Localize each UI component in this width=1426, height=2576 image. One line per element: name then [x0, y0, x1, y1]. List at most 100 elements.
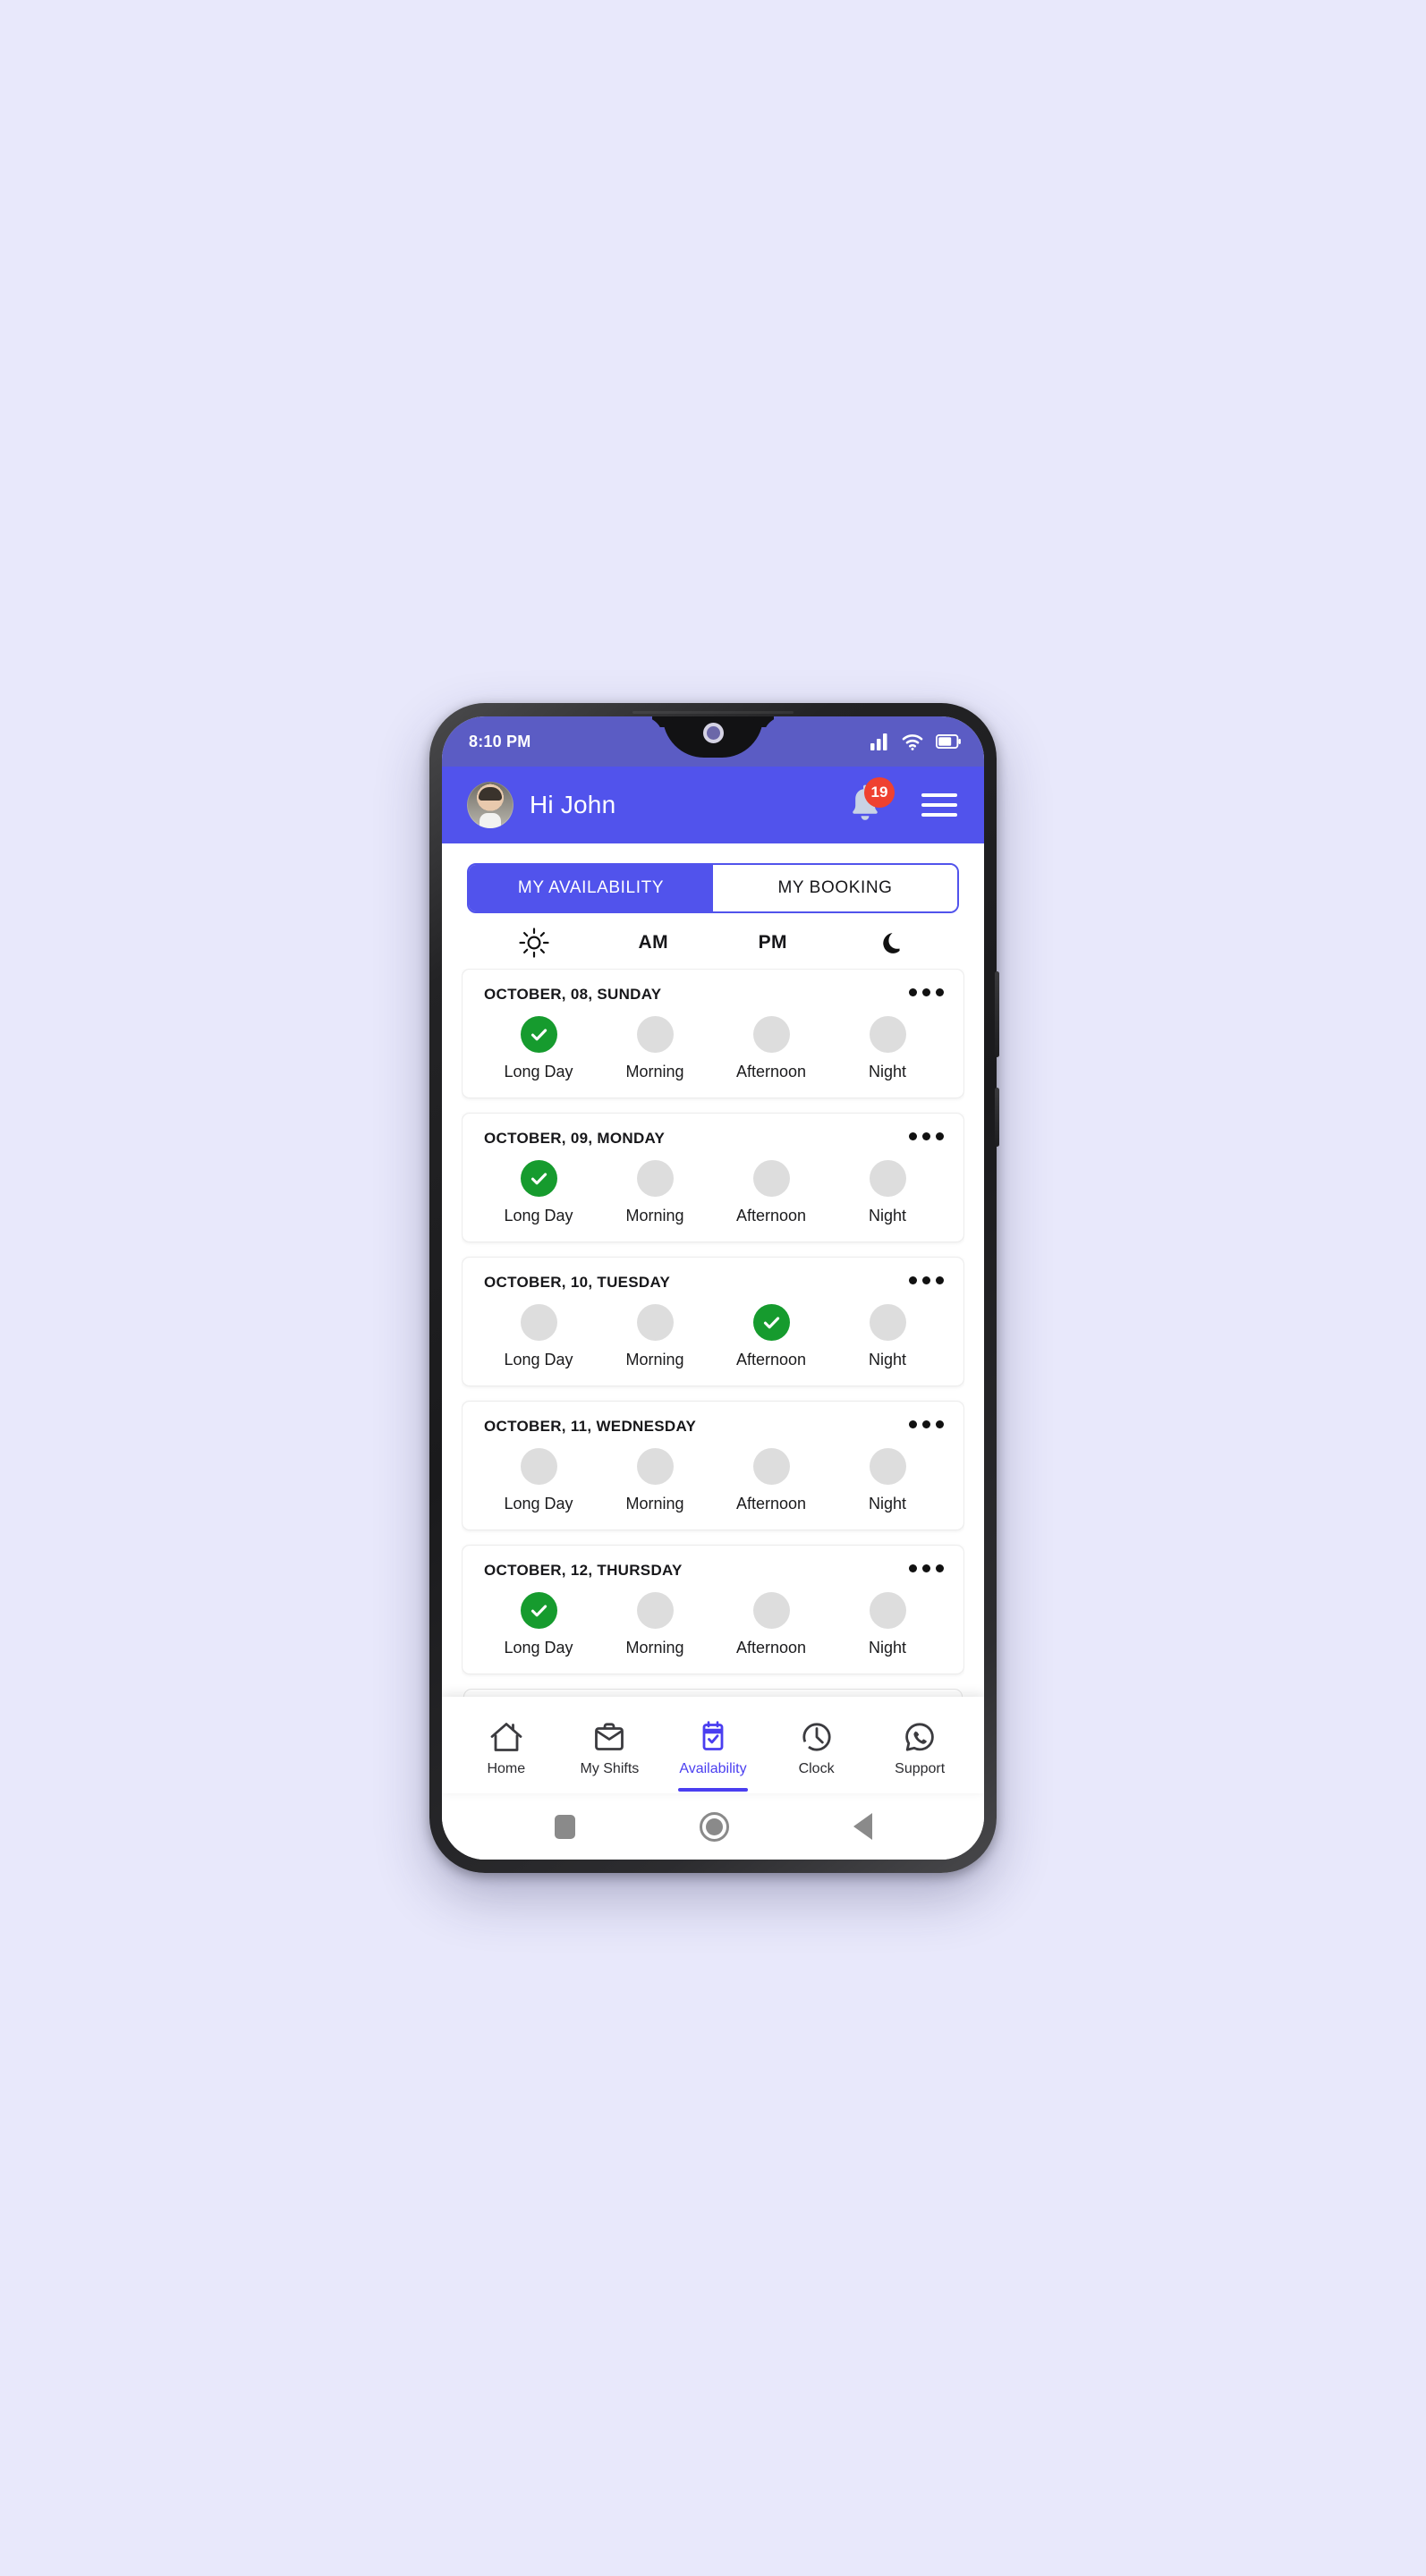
- day-card-date: OCTOBER, 11, WEDNESDAY: [484, 1418, 697, 1435]
- shift-slot-night[interactable]: Night: [829, 1016, 946, 1081]
- shift-slot-label: Night: [868, 1351, 907, 1368]
- shift-slot-label: Morning: [625, 1207, 684, 1224]
- shift-toggle[interactable]: [520, 1016, 557, 1053]
- shift-toggle[interactable]: [520, 1448, 557, 1485]
- shift-slot-night[interactable]: Night: [829, 1592, 946, 1657]
- shift-slot-night[interactable]: Night: [829, 1304, 946, 1369]
- shift-slot-morning[interactable]: Morning: [597, 1160, 713, 1225]
- shift-slot-morning[interactable]: Morning: [597, 1448, 713, 1513]
- nav-item-home[interactable]: Home: [454, 1702, 558, 1793]
- bottom-navigation: Home My Shifts Availability Clock Suppor…: [442, 1697, 984, 1793]
- home-circle-icon[interactable]: [699, 1811, 729, 1842]
- day-card-date: OCTOBER, 12, THURSDAY: [484, 1562, 683, 1579]
- volume-button[interactable]: [995, 971, 999, 1057]
- shift-toggle[interactable]: [752, 1160, 790, 1197]
- back-triangle-icon[interactable]: [853, 1813, 872, 1840]
- notification-badge: 19: [864, 777, 895, 808]
- shift-slot-morning[interactable]: Morning: [597, 1016, 713, 1081]
- shift-slot-long-day[interactable]: Long Day: [480, 1160, 597, 1225]
- shift-slot-afternoon[interactable]: Afternoon: [713, 1592, 829, 1657]
- avatar[interactable]: [467, 782, 514, 828]
- shift-slot-night[interactable]: Night: [829, 1448, 946, 1513]
- shift-slot-long-day[interactable]: Long Day: [480, 1016, 597, 1081]
- shift-toggle[interactable]: [752, 1304, 790, 1341]
- next-day-card-partial[interactable]: [463, 1689, 963, 1697]
- day-card-date: OCTOBER, 10, TUESDAY: [484, 1274, 671, 1291]
- nav-item-availability[interactable]: Availability: [661, 1702, 765, 1793]
- shift-toggle[interactable]: [520, 1160, 557, 1197]
- nav-item-support[interactable]: Support: [868, 1702, 972, 1793]
- availability-day-list[interactable]: OCTOBER, 08, SUNDAY Long Day Morning Aft…: [462, 969, 964, 1697]
- power-button[interactable]: [995, 1088, 999, 1147]
- day-card[interactable]: OCTOBER, 09, MONDAY Long Day Morning Aft…: [462, 1113, 964, 1242]
- whatsapp-phone-icon: [905, 1722, 934, 1751]
- check-icon: [763, 1317, 779, 1329]
- more-options-icon[interactable]: [909, 1128, 946, 1140]
- hamburger-menu-icon[interactable]: [921, 793, 957, 817]
- day-card[interactable]: OCTOBER, 10, TUESDAY Long Day Morning Af…: [462, 1257, 964, 1386]
- shift-slot-long-day[interactable]: Long Day: [480, 1592, 597, 1657]
- shift-toggle[interactable]: [636, 1016, 674, 1053]
- shift-slot-row: Long Day Morning Afternoon Night: [480, 1592, 946, 1657]
- shift-slot-label: Long Day: [504, 1063, 573, 1080]
- shift-slot-afternoon[interactable]: Afternoon: [713, 1016, 829, 1081]
- hamburger-line: [921, 813, 957, 817]
- shift-toggle[interactable]: [520, 1592, 557, 1629]
- nav-item-my-shifts[interactable]: My Shifts: [558, 1702, 662, 1793]
- tab-my-booking[interactable]: MY BOOKING: [713, 865, 957, 911]
- shift-slot-label: Afternoon: [735, 1639, 807, 1657]
- nav-label: My Shifts: [580, 1760, 640, 1776]
- shift-slot-morning[interactable]: Morning: [597, 1304, 713, 1369]
- shift-toggle[interactable]: [636, 1304, 674, 1341]
- shift-slot-label: Afternoon: [735, 1063, 807, 1080]
- main-content: MY AVAILABILITY MY BOOKING AM PM OCTOBER…: [442, 843, 984, 1697]
- more-options-icon[interactable]: [909, 984, 946, 996]
- shift-header-long-day: [474, 928, 594, 958]
- recents-square-icon[interactable]: [554, 1814, 575, 1839]
- shift-toggle[interactable]: [869, 1304, 906, 1341]
- wifi-icon: [902, 733, 923, 750]
- shift-slot-afternoon[interactable]: Afternoon: [713, 1448, 829, 1513]
- status-bar-icons: [870, 733, 961, 750]
- shift-slot-morning[interactable]: Morning: [597, 1592, 713, 1657]
- nav-item-clock[interactable]: Clock: [765, 1702, 869, 1793]
- shift-slot-row: Long Day Morning Afternoon Night: [480, 1160, 946, 1225]
- status-bar-time: 8:10 PM: [469, 732, 531, 750]
- shift-toggle[interactable]: [636, 1160, 674, 1197]
- day-card[interactable]: OCTOBER, 08, SUNDAY Long Day Morning Aft…: [462, 969, 964, 1098]
- more-options-icon[interactable]: [909, 1560, 946, 1572]
- shift-toggle[interactable]: [869, 1160, 906, 1197]
- shift-toggle[interactable]: [636, 1448, 674, 1485]
- signal-icon: [870, 733, 887, 750]
- more-options-icon[interactable]: [909, 1416, 946, 1428]
- screenshot-stage: 8:10 PM Hi John 19 MY AVAILABILITY MY BO…: [0, 0, 1426, 2576]
- day-card-header: OCTOBER, 09, MONDAY: [480, 1128, 946, 1148]
- tab-my-availability[interactable]: MY AVAILABILITY: [469, 865, 713, 911]
- shift-slot-afternoon[interactable]: Afternoon: [713, 1304, 829, 1369]
- app-header: Hi John 19: [442, 767, 984, 843]
- shift-toggle[interactable]: [869, 1448, 906, 1485]
- shift-slot-label: Night: [868, 1495, 907, 1513]
- shift-toggle[interactable]: [869, 1016, 906, 1053]
- day-card[interactable]: OCTOBER, 11, WEDNESDAY Long Day Morning: [462, 1401, 964, 1530]
- shift-slot-row: Long Day Morning Afternoon Night: [480, 1304, 946, 1369]
- shift-toggle[interactable]: [752, 1016, 790, 1053]
- camera-notch: [663, 716, 763, 758]
- shift-toggle[interactable]: [752, 1592, 790, 1629]
- notification-button[interactable]: 19: [845, 777, 895, 828]
- shift-toggle[interactable]: [636, 1592, 674, 1629]
- shift-slot-night[interactable]: Night: [829, 1160, 946, 1225]
- day-card[interactable]: OCTOBER, 12, THURSDAY Long Day Morning A…: [462, 1545, 964, 1674]
- more-options-icon[interactable]: [909, 1272, 946, 1284]
- shift-toggle[interactable]: [869, 1592, 906, 1629]
- shift-slot-afternoon[interactable]: Afternoon: [713, 1160, 829, 1225]
- day-card-header: OCTOBER, 11, WEDNESDAY: [480, 1416, 946, 1436]
- hamburger-line: [921, 803, 957, 807]
- day-card-header: OCTOBER, 08, SUNDAY: [480, 984, 946, 1004]
- shift-slot-long-day[interactable]: Long Day: [480, 1304, 597, 1369]
- shift-toggle[interactable]: [752, 1448, 790, 1485]
- shift-slot-long-day[interactable]: Long Day: [480, 1448, 597, 1513]
- shift-toggle[interactable]: [520, 1304, 557, 1341]
- nav-label: Support: [895, 1760, 946, 1776]
- nav-label: Home: [487, 1760, 526, 1776]
